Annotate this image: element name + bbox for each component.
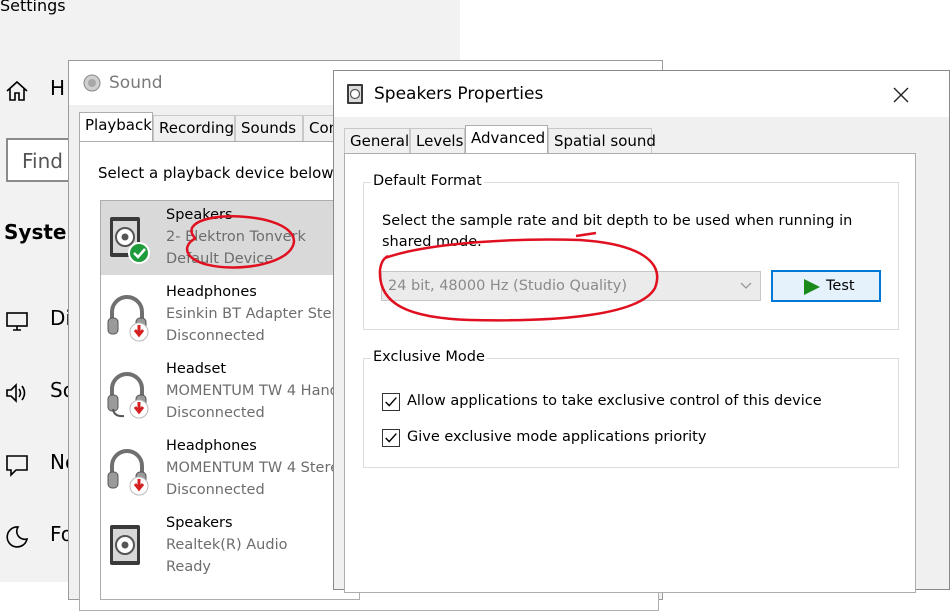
sound-app-icon <box>83 74 101 92</box>
playback-instruction: Select a playback device below to <box>98 164 354 182</box>
settings-nav-home[interactable]: H <box>0 70 70 110</box>
home-icon <box>6 80 28 101</box>
exclusive-mode-group: Exclusive Mode Allow applications to tak… <box>363 349 899 468</box>
playback-device-list[interactable]: Speakers 2- Elektron Tonverk Default Dev… <box>100 200 360 600</box>
device-name: Headset <box>166 361 227 377</box>
default-check-icon <box>128 242 150 264</box>
default-format-select[interactable]: 24 bit, 48000 Hz (Studio Quality) <box>381 271 761 301</box>
tab-recording[interactable]: Recording <box>153 115 235 141</box>
close-icon[interactable] <box>886 81 916 109</box>
device-description: MOMENTUM TW 4 Hands- <box>166 383 352 399</box>
tab-spatial-sound[interactable]: Spatial sound <box>548 128 656 154</box>
device-description: Realtek(R) Audio <box>166 537 288 553</box>
settings-nav-label: H <box>50 76 66 100</box>
test-button-label: Test <box>826 278 855 294</box>
tab-general[interactable]: General <box>344 128 410 154</box>
focus-assist-icon <box>6 526 29 548</box>
speakers-properties-dialog: Speakers Properties General Levels Advan… <box>333 70 950 593</box>
sound-dialog-title: Sound <box>109 73 163 93</box>
advanced-tab-panel: Default Format Select the sample rate an… <box>344 153 916 593</box>
device-item[interactable]: Headphones Esinkin BT Adapter Stereo Dis… <box>101 278 359 352</box>
device-status: Disconnected <box>166 482 265 498</box>
settings-nav-notifications[interactable]: No <box>0 444 77 484</box>
speaker-icon <box>110 217 150 264</box>
device-status: Default Device <box>166 251 274 267</box>
play-icon <box>804 279 820 295</box>
chevron-down-icon <box>740 282 752 289</box>
headset-icon <box>107 372 149 419</box>
device-description: 2- Elektron Tonverk <box>166 229 306 245</box>
tab-playback[interactable]: Playback <box>79 112 153 142</box>
exclusive-mode-legend: Exclusive Mode <box>371 349 487 365</box>
properties-titlebar[interactable]: Speakers Properties <box>334 71 949 117</box>
device-name: Speakers <box>166 207 233 223</box>
checkbox-label: Give exclusive mode applications priorit… <box>407 429 707 445</box>
device-status: Disconnected <box>166 405 265 421</box>
device-description: Esinkin BT Adapter Stereo <box>166 306 355 322</box>
default-format-legend: Default Format <box>371 173 484 189</box>
device-status: Ready <box>166 559 212 575</box>
device-item[interactable]: Speakers Realtek(R) Audio Ready <box>101 509 359 583</box>
speaker-icon <box>110 525 140 565</box>
exclusive-priority-checkbox[interactable] <box>382 429 400 447</box>
search-placeholder: Find <box>22 149 63 173</box>
tab-sounds[interactable]: Sounds <box>235 115 303 141</box>
test-button[interactable]: Test <box>771 270 881 302</box>
exclusive-control-checkbox[interactable] <box>382 393 400 411</box>
device-status: Disconnected <box>166 328 265 344</box>
selected-format-value: 24 bit, 48000 Hz (Studio Quality) <box>388 278 627 294</box>
device-name: Headphones <box>166 284 257 300</box>
headphones-icon <box>107 449 149 496</box>
device-item[interactable]: Headset MOMENTUM TW 4 Hands- Disconnecte… <box>101 355 359 429</box>
checkbox-label: Allow applications to take exclusive con… <box>407 393 822 409</box>
disconnected-arrow-icon <box>129 399 149 419</box>
settings-nav-display[interactable]: Di <box>0 300 71 340</box>
default-format-description: Select the sample rate and bit depth to … <box>382 213 853 250</box>
settings-nav-focus-assist[interactable]: Fo <box>0 516 73 556</box>
settings-nav-sound[interactable]: So <box>0 372 75 412</box>
device-item[interactable]: Speakers 2- Elektron Tonverk Default Dev… <box>101 201 359 275</box>
headphones-icon <box>107 295 149 342</box>
device-name: Headphones <box>166 438 257 454</box>
disconnected-arrow-icon <box>129 322 149 342</box>
settings-title: Settings <box>0 0 66 15</box>
default-format-group: Default Format Select the sample rate an… <box>363 173 899 330</box>
tab-levels[interactable]: Levels <box>410 128 465 154</box>
speaker-app-icon <box>347 84 363 104</box>
notifications-icon <box>6 455 28 477</box>
properties-dialog-title: Speakers Properties <box>374 84 544 104</box>
tab-advanced[interactable]: Advanced <box>465 125 548 155</box>
display-icon <box>6 312 28 331</box>
device-description: MOMENTUM TW 4 Stereo <box>166 460 348 476</box>
sound-icon <box>6 383 26 403</box>
device-name: Speakers <box>166 515 233 531</box>
device-item[interactable]: Headphones MOMENTUM TW 4 Stereo Disconne… <box>101 432 359 506</box>
settings-search-input[interactable]: Find <box>6 138 76 182</box>
disconnected-arrow-icon <box>129 476 149 496</box>
